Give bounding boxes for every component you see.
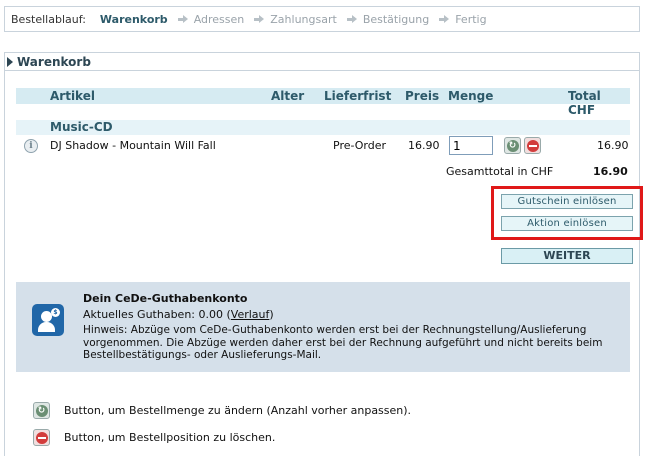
col-artikel: Artikel <box>50 89 95 103</box>
credit-note: Hinweis: Abzüge vom CeDe-Guthabenkonto w… <box>83 324 603 361</box>
credit-title: Dein CeDe-Guthabenkonto <box>83 292 248 305</box>
col-menge: Menge <box>448 89 494 103</box>
info-icon[interactable]: i <box>24 139 38 153</box>
delete-icon-legend <box>33 429 50 446</box>
history-link[interactable]: Verlauf <box>231 308 270 321</box>
continue-button[interactable]: WEITER <box>501 248 633 264</box>
quantity-input[interactable] <box>449 136 493 155</box>
arrow-right-icon <box>254 14 265 24</box>
table-row: i DJ Shadow - Mountain Will Fall Pre-Ord… <box>16 136 630 156</box>
redeem-voucher-button[interactable]: Gutschein einlösen <box>501 194 633 209</box>
legend-delete: Button, um Bestellposition zu löschen. <box>33 429 275 446</box>
refresh-icon: ↻ <box>506 139 519 152</box>
item-title[interactable]: DJ Shadow - Mountain Will Fall <box>50 139 216 152</box>
arrow-right-icon <box>346 14 357 24</box>
credit-balance-suffix: ) <box>269 308 274 321</box>
redeem-promotion-button[interactable]: Aktion einlösen <box>501 216 633 231</box>
refresh-icon-legend: ↻ <box>33 402 50 419</box>
breadcrumb-step-fertig: Fertig <box>455 12 487 26</box>
delete-icon <box>526 139 539 152</box>
breadcrumb-step-warenkorb: Warenkorb <box>99 12 168 26</box>
credit-balance: Aktuelles Guthaben: 0.00 (Verlauf) <box>83 308 274 321</box>
item-preis: 16.90 <box>408 139 440 152</box>
col-total: Total CHF <box>568 89 601 117</box>
triangle-right-icon <box>7 56 13 67</box>
breadcrumb-step-zahlungsart: Zahlungsart <box>270 12 337 26</box>
breadcrumb: Bestellablauf: Warenkorb Adressen Zahlun… <box>4 6 640 32</box>
cart-panel: Warenkorb Artikel Alter Lieferfrist Prei… <box>4 52 643 456</box>
user-coin-icon: $ <box>32 304 64 336</box>
col-lieferfrist: Lieferfrist <box>324 89 392 103</box>
breadcrumb-label: Bestellablauf: <box>11 12 86 26</box>
category-row: Music-CD <box>16 120 630 135</box>
breadcrumb-step-bestaetigung: Bestätigung <box>362 12 430 26</box>
col-alter: Alter <box>271 89 305 103</box>
legend-delete-text: Button, um Bestellposition zu löschen. <box>64 431 276 444</box>
refresh-icon: ↻ <box>35 404 48 417</box>
panel-header: Warenkorb <box>5 53 639 71</box>
arrow-right-icon <box>177 14 188 24</box>
legend-update-text: Button, um Bestellmenge zu ändern (Anzah… <box>64 404 412 417</box>
delete-icon <box>35 431 48 444</box>
arrow-right-icon <box>439 14 450 24</box>
item-lieferfrist: Pre-Order <box>333 139 387 152</box>
panel-title: Warenkorb <box>17 54 91 69</box>
grand-total-value: 16.90 <box>593 165 628 178</box>
legend-update: ↻ Button, um Bestellmenge zu ändern (Anz… <box>33 402 411 419</box>
update-quantity-button[interactable]: ↻ <box>504 137 521 154</box>
breadcrumb-step-adressen: Adressen <box>193 12 245 26</box>
table-header: Artikel Alter Lieferfrist Preis Menge To… <box>16 88 630 117</box>
grand-total-row: Gesamttotal in CHF 16.90 <box>16 165 630 179</box>
credit-account-box: $ Dein CeDe-Guthabenkonto Aktuelles Guth… <box>16 282 630 372</box>
credit-balance-text: Aktuelles Guthaben: 0.00 ( <box>83 308 231 321</box>
item-total: 16.90 <box>597 139 629 152</box>
col-preis: Preis <box>405 89 440 103</box>
grand-total-label: Gesamttotal in CHF <box>446 165 554 178</box>
delete-item-button[interactable] <box>524 137 541 154</box>
